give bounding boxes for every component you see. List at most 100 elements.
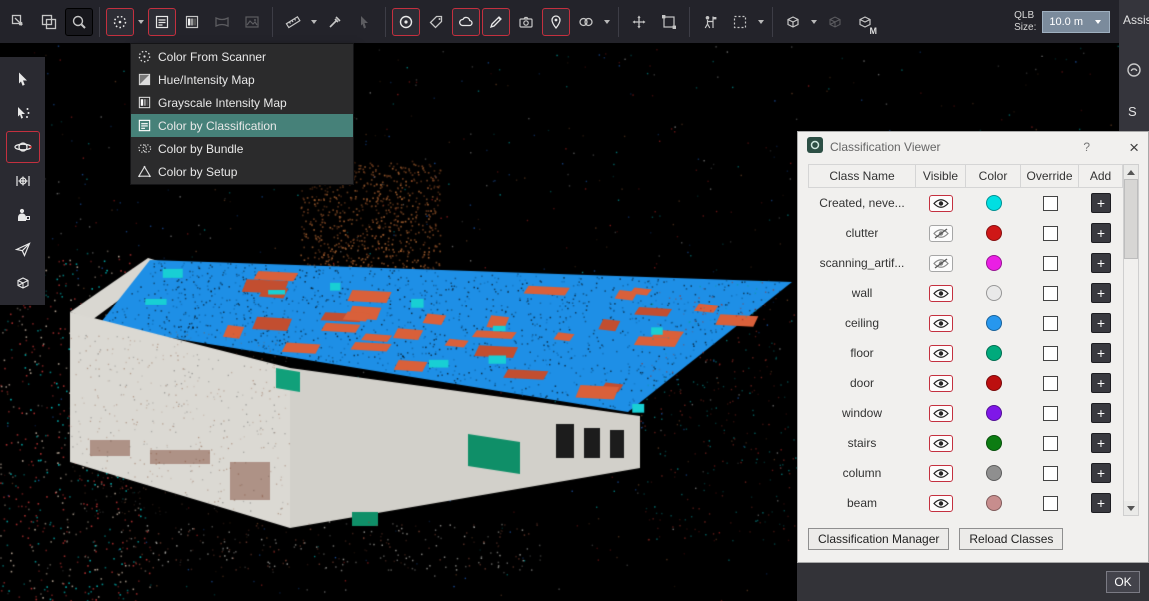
visibility-toggle[interactable] (929, 225, 953, 242)
wireframe-cube-button[interactable] (821, 8, 849, 36)
camera-button[interactable] (512, 8, 540, 36)
reload-classes-button[interactable]: Reload Classes (959, 528, 1063, 550)
override-checkbox[interactable] (1043, 376, 1058, 391)
visibility-toggle[interactable] (929, 315, 953, 332)
color-mode-caret[interactable] (138, 20, 144, 24)
help-button[interactable]: ? (1083, 140, 1090, 154)
add-class-button[interactable]: + (1091, 283, 1111, 303)
zoom-button[interactable] (65, 8, 93, 36)
add-class-button[interactable]: + (1091, 493, 1111, 513)
add-class-button[interactable]: + (1091, 313, 1111, 333)
scrollbar-thumb[interactable] (1124, 179, 1138, 259)
measure-caret[interactable] (311, 20, 317, 24)
cube-view-caret[interactable] (811, 20, 817, 24)
visibility-toggle[interactable] (929, 405, 953, 422)
registration-button[interactable] (572, 8, 600, 36)
image-view-button[interactable] (238, 8, 266, 36)
class-color-swatch[interactable] (986, 315, 1002, 331)
override-checkbox[interactable] (1043, 196, 1058, 211)
add-class-button[interactable]: + (1091, 343, 1111, 363)
surveyor-button[interactable] (696, 8, 724, 36)
marquee-caret[interactable] (758, 20, 764, 24)
visibility-toggle[interactable] (929, 465, 953, 482)
target-point-button[interactable] (392, 8, 420, 36)
override-checkbox[interactable] (1043, 466, 1058, 481)
color-from-scanner-button[interactable] (106, 8, 134, 36)
scroll-down-icon[interactable] (1124, 501, 1138, 515)
add-class-button[interactable]: + (1091, 433, 1111, 453)
class-color-swatch[interactable] (986, 495, 1002, 511)
class-color-swatch[interactable] (986, 225, 1002, 241)
menu-item-color-by-setup[interactable]: Color by Setup (131, 160, 353, 183)
class-color-swatch[interactable] (986, 405, 1002, 421)
classification-manager-button[interactable]: Classification Manager (808, 528, 949, 550)
add-class-button[interactable]: + (1091, 223, 1111, 243)
location-pin-button[interactable] (542, 8, 570, 36)
add-class-button[interactable]: + (1091, 463, 1111, 483)
override-checkbox[interactable] (1043, 226, 1058, 241)
class-color-swatch[interactable] (986, 285, 1002, 301)
visibility-toggle[interactable] (929, 495, 953, 512)
visibility-toggle[interactable] (929, 255, 953, 272)
fly-button[interactable] (6, 233, 40, 265)
override-checkbox[interactable] (1043, 496, 1058, 511)
marquee-selection-button[interactable] (726, 8, 754, 36)
level-target-button[interactable] (6, 165, 40, 197)
annotation-pen-button[interactable] (482, 8, 510, 36)
menu-item-color-by-bundle[interactable]: Color by Bundle (131, 137, 353, 160)
class-color-swatch[interactable] (986, 345, 1002, 361)
visibility-toggle[interactable] (929, 435, 953, 452)
add-class-button[interactable]: + (1091, 373, 1111, 393)
override-checkbox[interactable] (1043, 316, 1058, 331)
clipping-box-button[interactable] (6, 267, 40, 299)
add-class-button[interactable]: + (1091, 193, 1111, 213)
add-class-button[interactable]: + (1091, 253, 1111, 273)
assist-panel-item[interactable]: S (1128, 104, 1137, 119)
class-color-swatch[interactable] (986, 375, 1002, 391)
scrollbar-track[interactable] (1124, 179, 1138, 501)
override-checkbox[interactable] (1043, 436, 1058, 451)
visibility-toggle[interactable] (929, 345, 953, 362)
select-arrow-button[interactable] (6, 63, 40, 95)
measure-button[interactable] (279, 8, 307, 36)
visibility-toggle[interactable] (929, 375, 953, 392)
walkthrough-button[interactable] (6, 199, 40, 231)
panorama-view-button[interactable] (208, 8, 236, 36)
assist-icon[interactable] (1126, 62, 1142, 81)
class-color-swatch[interactable] (986, 465, 1002, 481)
import-scan-button[interactable] (5, 8, 33, 36)
add-class-button[interactable]: + (1091, 403, 1111, 423)
grayscale-intensity-button[interactable] (178, 8, 206, 36)
orbit-button[interactable] (6, 131, 40, 163)
menu-item-grayscale-intensity-map[interactable]: Grayscale Intensity Map (131, 91, 353, 114)
table-scrollbar[interactable] (1123, 164, 1139, 516)
visibility-toggle[interactable] (929, 195, 953, 212)
select-points-button[interactable] (6, 97, 40, 129)
override-checkbox[interactable] (1043, 286, 1058, 301)
window-layout-button[interactable] (35, 8, 63, 36)
menu-item-color-from-scanner[interactable]: Color From Scanner (131, 45, 353, 68)
override-checkbox[interactable] (1043, 256, 1058, 271)
cube-view-button[interactable] (779, 8, 807, 36)
color-by-classification-button[interactable] (148, 8, 176, 36)
probe-button[interactable] (321, 8, 349, 36)
visibility-toggle[interactable] (929, 285, 953, 302)
class-color-swatch[interactable] (986, 195, 1002, 211)
registration-caret[interactable] (604, 20, 610, 24)
snap-grid-button[interactable] (655, 8, 683, 36)
close-icon[interactable]: × (1129, 139, 1139, 156)
point-cloud-button[interactable] (452, 8, 480, 36)
assist-panel-title[interactable]: Assis (1119, 0, 1149, 27)
cube-m-button[interactable]: M (851, 8, 879, 36)
ok-button[interactable]: OK (1106, 571, 1140, 593)
class-color-swatch[interactable] (986, 435, 1002, 451)
menu-item-hue-intensity-map[interactable]: Hue/Intensity Map (131, 68, 353, 91)
override-checkbox[interactable] (1043, 346, 1058, 361)
menu-item-color-by-classification[interactable]: Color by Classification (131, 114, 353, 137)
scroll-up-icon[interactable] (1124, 165, 1138, 179)
tag-button[interactable] (422, 8, 450, 36)
pick-arrow-button[interactable] (351, 8, 379, 36)
qlb-size-dropdown[interactable]: 10.0 m (1042, 11, 1110, 33)
class-color-swatch[interactable] (986, 255, 1002, 271)
move-axes-button[interactable] (625, 8, 653, 36)
